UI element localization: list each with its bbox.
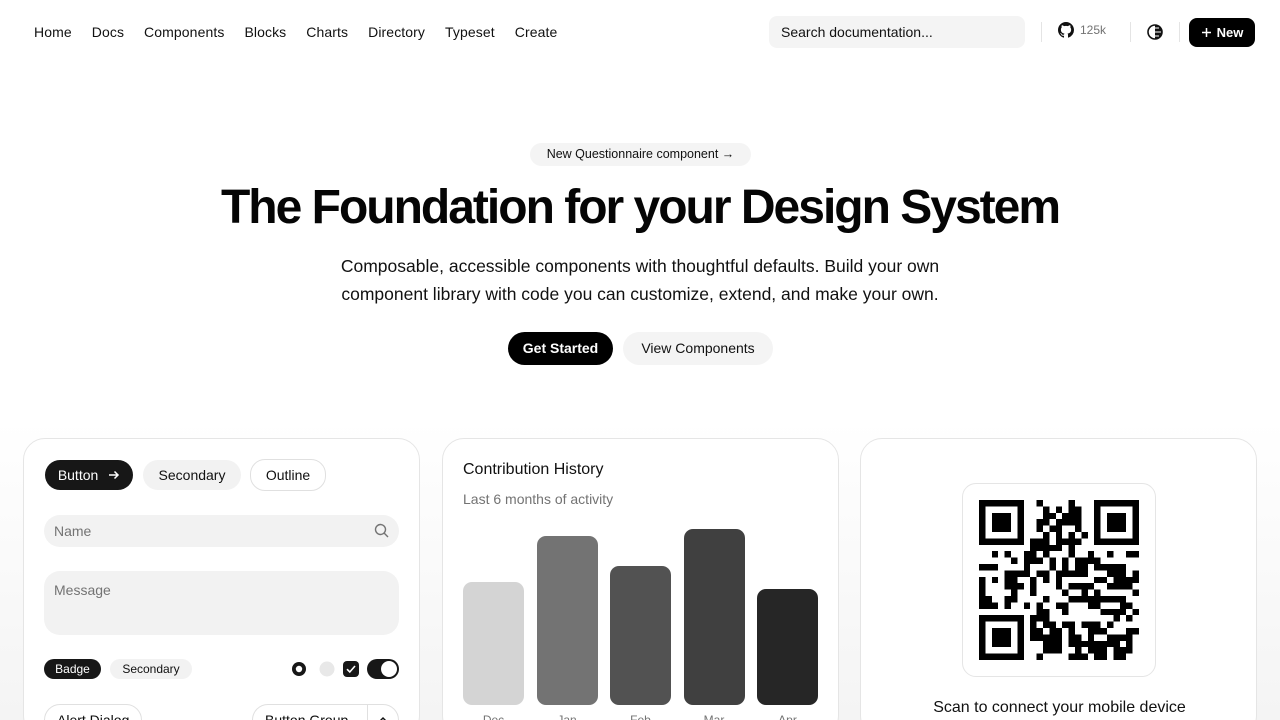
demo-outline-button[interactable]: Outline — [250, 459, 326, 491]
page-title: The Foundation for your Design System — [220, 181, 1061, 234]
button-group-divider — [367, 705, 368, 720]
chart-x-label: Feb — [630, 713, 651, 720]
nav-link-docs[interactable]: Docs — [82, 16, 134, 48]
chart-subtitle: Last 6 months of activity — [463, 491, 614, 507]
alert-dialog-button[interactable]: Alert Dialog — [44, 704, 143, 720]
demo-button-label: Button — [57, 467, 99, 483]
search-input[interactable]: Search documentation... — [769, 16, 1025, 48]
search-icon — [374, 523, 389, 538]
qr-code-icon — [979, 500, 1139, 660]
toggle-switch[interactable] — [367, 659, 399, 679]
radio-checked[interactable] — [291, 661, 307, 677]
demo-badge: Badge — [44, 659, 101, 679]
nav-links: Home Docs Components Blocks Charts Direc… — [24, 16, 567, 48]
plus-icon — [1201, 28, 1211, 37]
qr-code-frame — [962, 483, 1156, 677]
hero-description: Composable, accessible components with t… — [300, 252, 980, 308]
new-button[interactable]: New — [1189, 18, 1255, 47]
chart-x-label: Apr — [778, 713, 797, 720]
demo-button[interactable]: Button — [45, 460, 133, 490]
github-icon — [1058, 22, 1074, 38]
hero-description-line: Composable, accessible components with t… — [340, 256, 940, 276]
arrow-right-icon — [109, 470, 120, 480]
chart-bar-jan — [536, 536, 598, 705]
nav-divider — [1130, 22, 1131, 42]
contribution-chart-card: Contribution History Last 6 months of ac… — [442, 438, 839, 720]
github-stars-link[interactable]: 125k — [1058, 22, 1106, 38]
name-input[interactable]: Name — [44, 515, 399, 547]
components-card: Button Secondary Outline Name Message Ba… — [23, 438, 420, 720]
get-started-button[interactable]: Get Started — [508, 332, 613, 365]
announcement-badge[interactable]: New Questionnaire component → — [530, 143, 751, 166]
nav-link-create[interactable]: Create — [505, 16, 568, 48]
nav-link-home[interactable]: Home — [24, 16, 82, 48]
toggle-knob — [381, 661, 397, 677]
view-components-button[interactable]: View Components — [623, 332, 773, 365]
nav-link-components[interactable]: Components — [134, 16, 234, 48]
nav-divider — [1041, 22, 1042, 42]
qr-caption: Scan to connect your mobile device — [933, 699, 1186, 716]
qr-card: Scan to connect your mobile device — [860, 438, 1257, 720]
top-nav: Home Docs Components Blocks Charts Direc… — [0, 0, 1280, 64]
theme-toggle-icon[interactable] — [1146, 23, 1164, 41]
chart-x-label: Jan — [557, 713, 577, 720]
demo-secondary-badge: Secondary — [110, 659, 192, 679]
button-group-label[interactable]: Button Group — [265, 705, 348, 720]
button-group: Button Group — [252, 704, 399, 720]
new-button-label: New — [1216, 25, 1244, 40]
name-input-placeholder: Name — [54, 523, 92, 539]
nav-divider — [1179, 22, 1180, 42]
nav-link-directory[interactable]: Directory — [358, 16, 435, 48]
chart-bar-mar — [683, 529, 745, 705]
chart-title: Contribution History — [463, 461, 604, 478]
demo-secondary-button[interactable]: Secondary — [143, 460, 241, 490]
chart-bar-dec — [463, 581, 524, 705]
chart-bar-apr — [757, 588, 818, 705]
nav-link-charts[interactable]: Charts — [296, 16, 358, 48]
nav-link-typeset[interactable]: Typeset — [435, 16, 505, 48]
hero-description-line: component library with code you can cust… — [341, 284, 939, 304]
chart-x-label: Mar — [703, 713, 725, 720]
message-textarea[interactable]: Message — [44, 571, 399, 635]
checkbox-checked[interactable] — [343, 661, 359, 677]
radio-unchecked[interactable] — [319, 661, 335, 677]
chart-x-label: Dec — [482, 713, 505, 720]
chevron-up-icon[interactable] — [377, 714, 389, 720]
nav-link-blocks[interactable]: Blocks — [234, 16, 296, 48]
message-placeholder: Message — [54, 582, 111, 598]
github-stars-count: 125k — [1080, 23, 1107, 37]
chart-bar-feb — [610, 565, 671, 705]
